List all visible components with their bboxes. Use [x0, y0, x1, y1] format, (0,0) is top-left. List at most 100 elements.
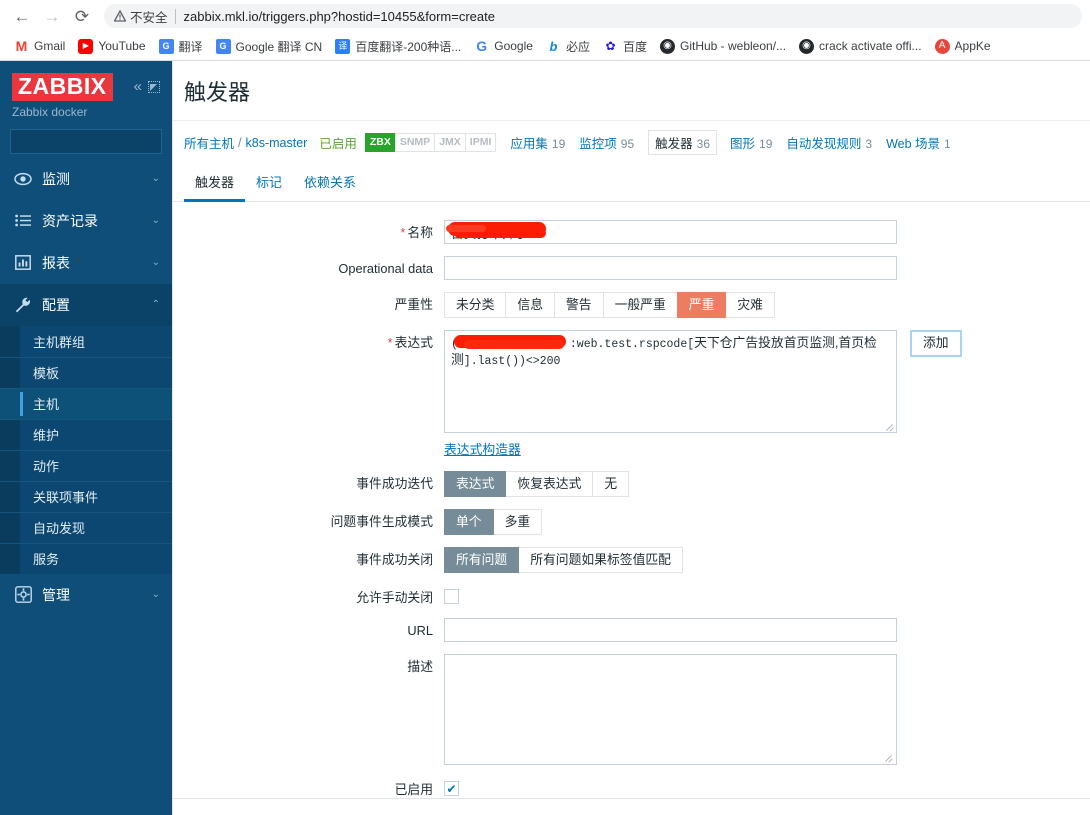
expression-suffix: ].last())<>200	[463, 355, 561, 368]
bookmark-label: GitHub - webleon/...	[679, 39, 787, 53]
expression-constructor-link[interactable]: 表达式构造器	[444, 442, 521, 457]
breadcrumb-tab-graphs[interactable]: 图形 19	[730, 133, 772, 152]
sidebar-subitem-services[interactable]: 服务	[0, 542, 172, 574]
operational-data-input[interactable]	[444, 256, 897, 280]
severity-option-disaster[interactable]: 灾难	[725, 292, 775, 318]
sidebar-subitem-label: 模板	[33, 366, 60, 382]
tab-trigger[interactable]: 触发器	[184, 164, 246, 202]
sidebar-item-inventory[interactable]: 资产记录 ⌄	[0, 200, 172, 242]
severity-label: 严重性	[394, 297, 433, 312]
gear-icon	[12, 586, 34, 604]
problem-event-mode-label: 问题事件生成模式	[330, 514, 433, 529]
omnibox-divider	[174, 8, 176, 24]
sidebar-item-administration[interactable]: 管理 ⌄	[0, 574, 172, 616]
ok-event-option-recovery-expression[interactable]: 恢复表达式	[505, 471, 594, 497]
severity-option-information[interactable]: 信息	[505, 292, 555, 318]
appke-icon: A	[934, 38, 950, 54]
bookmark-google-translate-cn[interactable]: G Google 翻译 CN	[210, 35, 329, 58]
bookmark-appke[interactable]: A AppKe	[929, 36, 997, 57]
tab-dependencies[interactable]: 依赖关系	[293, 164, 367, 202]
close-option-all-problems[interactable]: 所有问题	[444, 547, 520, 573]
close-option-all-problems-if-tag-match[interactable]: 所有问题如果标签值匹配	[518, 547, 683, 573]
bookmark-label: crack activate offi...	[819, 39, 922, 53]
sidebar-subitem-hosts[interactable]: 主机	[0, 387, 172, 419]
enabled-checkbox[interactable]	[444, 781, 459, 796]
sidebar-subitem-actions[interactable]: 动作	[0, 449, 172, 481]
bookmark-translate[interactable]: G 翻译	[153, 35, 209, 58]
tab-count: 36	[696, 137, 710, 151]
sidebar-subitem-event-correlation[interactable]: 关联项事件	[0, 480, 172, 512]
reload-button[interactable]: ⟳	[68, 2, 96, 30]
bookmark-bing[interactable]: b 必应	[540, 35, 596, 58]
bookmarks-bar: M Gmail ▶ YouTube G 翻译 G Google 翻译 CN 译 …	[0, 32, 1090, 60]
required-marker: *	[400, 225, 406, 240]
breadcrumb-tab-discovery-rules[interactable]: 自动发现规则 3	[786, 133, 872, 152]
bookmark-crack-activate[interactable]: ◉ crack activate offi...	[793, 36, 928, 57]
severity-option-average[interactable]: 一般严重	[602, 292, 678, 318]
tab-count: 19	[759, 137, 773, 151]
severity-option-warning[interactable]: 警告	[553, 292, 604, 318]
expression-mid: :web.test.rspcode[	[569, 338, 695, 351]
sidebar-search[interactable]	[10, 128, 172, 154]
sidebar-item-configuration[interactable]: 配置 ⌃	[0, 283, 172, 326]
chevron-down-icon: ⌄	[151, 589, 160, 601]
tab-tags[interactable]: 标记	[245, 164, 293, 202]
search-input[interactable]	[17, 133, 172, 150]
github-icon: ◉	[659, 38, 675, 54]
sidebar-item-label: 报表	[42, 254, 70, 271]
sidebar-subitem-host-groups[interactable]: 主机群组	[0, 326, 172, 357]
ok-event-option-expression[interactable]: 表达式	[444, 471, 507, 497]
forward-button[interactable]: →	[38, 2, 66, 30]
not-secure-label: 不安全	[130, 10, 168, 25]
bookmark-gmail[interactable]: M Gmail	[8, 36, 71, 57]
sidebar-item-reports[interactable]: 报表 ⌄	[0, 242, 172, 284]
severity-option-high[interactable]: 严重	[676, 292, 727, 318]
problem-event-option-multiple[interactable]: 多重	[492, 509, 543, 535]
bookmark-github-webleon[interactable]: ◉ GitHub - webleon/...	[654, 36, 792, 57]
github-icon: ◉	[799, 38, 815, 54]
enabled-label: 已启用	[394, 782, 433, 797]
breadcrumb-tab-items[interactable]: 监控项 95	[579, 133, 634, 152]
sidebar-subitem-label: 主机群组	[33, 334, 86, 350]
ok-event-option-none[interactable]: 无	[592, 471, 630, 497]
bookmark-youtube[interactable]: ▶ YouTube	[72, 36, 151, 57]
bookmark-label: AppKe	[954, 39, 991, 53]
not-secure-warning-icon	[114, 10, 126, 22]
bookmark-baidu[interactable]: ✿ 百度	[597, 35, 653, 58]
bookmark-baidu-translate[interactable]: 译 百度翻译-200种语...	[329, 35, 467, 58]
bookmark-google[interactable]: G Google	[468, 36, 539, 57]
breadcrumb-tab-applications[interactable]: 应用集 19	[510, 133, 565, 152]
breadcrumb-tab-web-scenarios[interactable]: Web 场景 1	[886, 133, 951, 152]
url-input[interactable]	[444, 618, 897, 642]
chevron-down-icon: ⌄	[151, 215, 160, 227]
severity-option-not-classified[interactable]: 未分类	[444, 292, 507, 318]
collapse-sidebar-icon[interactable]: «	[134, 78, 142, 95]
list-icon	[12, 214, 34, 227]
protocol-badge-ipmi: IPMI	[464, 133, 497, 152]
sidebar-subitem-templates[interactable]: 模板	[0, 356, 172, 388]
problem-event-option-single[interactable]: 单个	[444, 509, 494, 535]
hide-sidebar-icon[interactable]	[148, 80, 160, 93]
problem-event-mode-selector: 单个 多重	[444, 509, 543, 535]
description-textarea[interactable]	[444, 654, 897, 765]
back-button[interactable]: ←	[8, 2, 36, 30]
sidebar-subitem-maintenance[interactable]: 维护	[0, 418, 172, 450]
bookmark-label: Gmail	[34, 39, 66, 53]
chevron-up-icon: ⌃	[151, 299, 160, 311]
form-row-description: 描述	[173, 654, 1090, 765]
wrench-icon	[12, 297, 34, 313]
textarea-resize-grip[interactable]	[885, 753, 893, 761]
breadcrumb-all-hosts[interactable]: 所有主机	[184, 133, 234, 152]
sidebar-subitem-discovery[interactable]: 自动发现	[0, 511, 172, 543]
event-success-iteration-selector: 表达式 恢复表达式 无	[444, 471, 630, 497]
address-bar[interactable]: 不安全 zabbix.mkl.io/triggers.php?hostid=10…	[104, 4, 1082, 28]
tab-count: 95	[620, 137, 635, 151]
zabbix-logo[interactable]: ZABBIX	[12, 73, 113, 101]
add-expression-button[interactable]: 添加	[910, 330, 962, 357]
breadcrumb-tab-triggers[interactable]: 触发器 36	[648, 130, 717, 155]
host-status-badge[interactable]: 已启用	[319, 133, 357, 152]
event-success-iteration-label: 事件成功迭代	[356, 476, 433, 491]
allow-manual-close-checkbox[interactable]	[444, 589, 459, 604]
breadcrumb-host[interactable]: k8s-master	[246, 136, 308, 150]
sidebar-item-monitoring[interactable]: 监测 ⌄	[0, 158, 172, 200]
